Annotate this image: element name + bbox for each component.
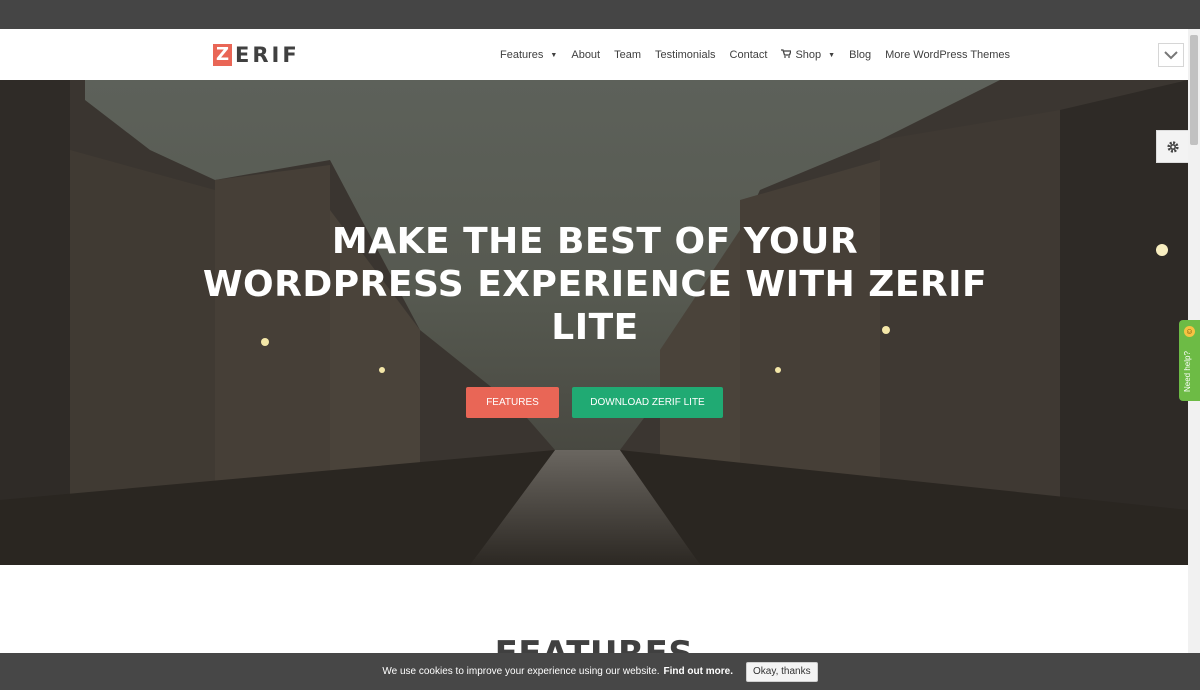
caret-down-icon: ▼: [828, 51, 836, 59]
nav-item-more-themes[interactable]: More WordPress Themes: [885, 49, 1010, 61]
need-help-label: Need help?: [1183, 351, 1192, 392]
logo-mark: Z: [213, 44, 232, 66]
nav-label: Team: [614, 49, 642, 61]
hero-title: MAKE THE BEST OF YOUR WORDPRESS EXPERIEN…: [202, 221, 988, 348]
scrollbar-thumb[interactable]: [1190, 35, 1198, 145]
site-header: Z ERIF Features ▼ About Team Testimonial…: [0, 29, 1188, 80]
nav-label: More WordPress Themes: [885, 49, 1011, 61]
cookie-find-out-more-link[interactable]: Find out more.: [664, 666, 733, 677]
nav-item-shop[interactable]: Shop ▼: [781, 49, 835, 61]
caret-down-icon: ▼: [550, 51, 558, 59]
settings-tab[interactable]: [1156, 130, 1188, 163]
hero-section: MAKE THE BEST OF YOUR WORDPRESS EXPERIEN…: [0, 80, 1188, 565]
download-zerif-lite-button[interactable]: DOWNLOAD ZERIF LITE: [572, 387, 723, 418]
cart-icon: [781, 49, 793, 61]
cookie-accept-button[interactable]: Okay, thanks: [746, 661, 818, 682]
smile-icon: ☺: [1184, 326, 1195, 337]
main-nav: Features ▼ About Team Testimonials Conta…: [500, 49, 1024, 61]
cookie-message: We use cookies to improve your experienc…: [382, 666, 660, 677]
collapse-toggle-button[interactable]: [1158, 43, 1184, 67]
gear-icon: [1166, 140, 1179, 153]
site-logo[interactable]: Z ERIF: [213, 44, 300, 66]
browser-top-bar: [0, 0, 1200, 29]
nav-item-team[interactable]: Team: [614, 49, 641, 61]
nav-label: Features: [500, 49, 544, 61]
nav-label: Shop: [795, 49, 822, 61]
nav-item-blog[interactable]: Blog: [849, 49, 871, 61]
nav-item-contact[interactable]: Contact: [730, 49, 768, 61]
nav-label: About: [571, 49, 601, 61]
nav-label: Testimonials: [655, 49, 716, 61]
logo-text: ERIF: [235, 43, 300, 67]
cookie-consent-bar: We use cookies to improve your experienc…: [0, 653, 1200, 690]
nav-label: Blog: [849, 49, 872, 61]
chevron-down-icon: [1164, 50, 1178, 59]
nav-label: Contact: [729, 49, 768, 61]
nav-item-features[interactable]: Features ▼: [500, 49, 557, 61]
nav-item-testimonials[interactable]: Testimonials: [655, 49, 716, 61]
features-button[interactable]: FEATURES: [466, 387, 559, 418]
nav-item-about[interactable]: About: [571, 49, 600, 61]
